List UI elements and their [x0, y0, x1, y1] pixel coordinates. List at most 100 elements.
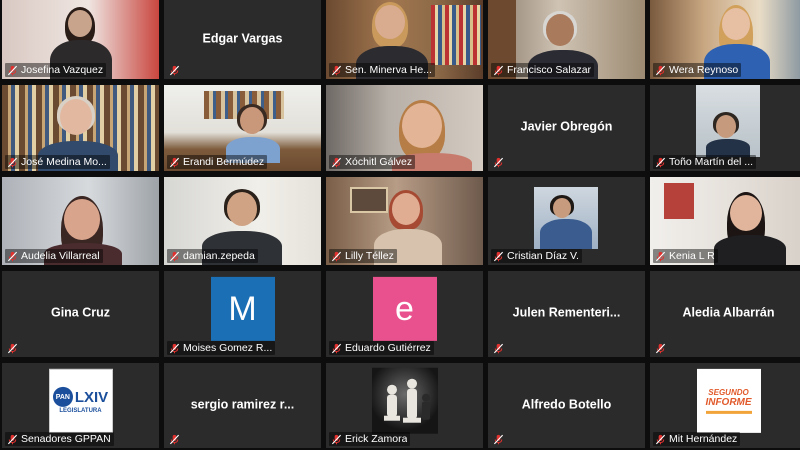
participant-tile[interactable]: Cristian Díaz V.	[488, 177, 645, 265]
participant-tile[interactable]: PAN LXIV LEGISLATURA Senadores GPPAN	[2, 363, 159, 448]
mic-muted-icon	[331, 157, 342, 167]
participant-tile[interactable]: Julen Rementeri...	[488, 271, 645, 357]
participant-tile[interactable]: sergio ramirez r...	[164, 363, 321, 448]
participant-name-display: Edgar Vargas	[202, 31, 283, 46]
participant-name-display: sergio ramirez r...	[190, 397, 295, 412]
participant-tile[interactable]: Erandi Bermúdez	[164, 85, 321, 171]
participant-name-display: Gina Cruz	[50, 305, 111, 320]
mic-muted-icon	[7, 343, 18, 354]
participant-label: José Medina Mo...	[5, 155, 110, 169]
participant-name: Moises Gomez R...	[183, 342, 273, 354]
mic-muted-icon	[169, 157, 180, 167]
mic-muted-icon	[655, 343, 666, 354]
mic-muted-icon	[655, 157, 666, 167]
participant-name: Erick Zamora	[345, 433, 408, 445]
participant-name: Eduardo Gutiérrez	[345, 342, 431, 354]
participant-tile[interactable]: Josefina Vazquez	[2, 0, 159, 79]
participant-label: Eduardo Gutiérrez	[329, 341, 434, 355]
segundo-informe-logo: SEGUNDO INFORME	[696, 368, 761, 433]
participant-avatar: M	[210, 276, 275, 341]
mic-muted-icon	[331, 65, 342, 75]
mic-muted-icon	[655, 251, 666, 261]
participant-name: Toño Martín del ...	[669, 156, 754, 168]
participant-name: Kenia L R	[669, 250, 715, 262]
participant-label: Erandi Bermúdez	[167, 155, 268, 169]
mic-muted-icon	[493, 251, 504, 261]
participant-tile[interactable]: Audelia Villarreal	[2, 177, 159, 265]
mic-muted-icon	[169, 434, 180, 445]
participant-label: Xóchitl Gálvez	[329, 155, 416, 169]
mic-muted-icon	[331, 434, 342, 444]
participant-tile[interactable]: Wera Reynoso	[650, 0, 800, 79]
participant-label: Wera Reynoso	[653, 63, 742, 77]
mic-muted-icon	[169, 343, 180, 353]
participant-name-display: Javier Obregón	[520, 119, 613, 134]
participant-tile[interactable]: Lilly Téllez	[326, 177, 483, 265]
pan-logo: PAN LXIV LEGISLATURA	[48, 368, 113, 433]
participant-tile[interactable]: José Medina Mo...	[2, 85, 159, 171]
mic-muted-icon	[655, 434, 666, 444]
participant-name: Lilly Téllez	[345, 250, 394, 262]
mic-muted-icon	[169, 65, 180, 76]
participant-label	[167, 64, 186, 77]
participant-tile[interactable]: Sen. Minerva He...	[326, 0, 483, 79]
participant-tile[interactable]: Edgar Vargas	[164, 0, 321, 79]
participant-name: damian.zepeda	[183, 250, 255, 262]
participant-tile[interactable]: Erick Zamora	[326, 363, 483, 448]
mic-muted-icon	[493, 65, 504, 75]
participant-name: Sen. Minerva He...	[345, 64, 432, 76]
participant-tile[interactable]: Kenia L R	[650, 177, 800, 265]
participant-tile[interactable]: Gina Cruz	[2, 271, 159, 357]
participant-name: Josefina Vazquez	[21, 64, 104, 76]
participant-label: Audelia Villarreal	[5, 249, 103, 263]
participant-name: Xóchitl Gálvez	[345, 156, 413, 168]
participant-label: Josefina Vazquez	[5, 63, 107, 77]
participant-tile[interactable]: SEGUNDO INFORME Mit Hernández	[650, 363, 800, 448]
participant-label	[491, 342, 510, 355]
mic-muted-icon	[331, 251, 342, 261]
participant-label: Erick Zamora	[329, 432, 411, 446]
participant-name: José Medina Mo...	[21, 156, 107, 168]
mic-muted-icon	[493, 434, 504, 445]
mic-muted-icon	[493, 343, 504, 354]
participant-tile[interactable]: damian.zepeda	[164, 177, 321, 265]
participant-tile[interactable]: Javier Obregón	[488, 85, 645, 171]
mic-muted-icon	[7, 65, 18, 75]
participant-tile[interactable]: e Eduardo Gutiérrez	[326, 271, 483, 357]
participant-label: Cristian Díaz V.	[491, 249, 582, 263]
participant-tile[interactable]: Francisco Salazar	[488, 0, 645, 79]
participant-name-display: Alfredo Botello	[521, 397, 612, 412]
mic-muted-icon	[7, 434, 18, 444]
participant-label: Moises Gomez R...	[167, 341, 276, 355]
mic-muted-icon	[169, 251, 180, 261]
participant-label: Sen. Minerva He...	[329, 63, 435, 77]
participant-name: Wera Reynoso	[669, 64, 739, 76]
participant-label: Lilly Téllez	[329, 249, 397, 263]
participant-tile[interactable]: M Moises Gomez R...	[164, 271, 321, 357]
participant-grid: Josefina Vazquez Edgar Vargas Sen. Miner…	[0, 0, 800, 450]
participant-tile[interactable]: Toño Martín del ...	[650, 85, 800, 171]
participant-label	[491, 433, 510, 446]
participant-label	[167, 433, 186, 446]
participant-label: Toño Martín del ...	[653, 155, 757, 169]
participant-label	[491, 156, 510, 169]
participant-name-display: Julen Rementeri...	[512, 305, 621, 320]
mic-muted-icon	[331, 343, 342, 353]
participant-name: Francisco Salazar	[507, 64, 592, 76]
mic-muted-icon	[7, 251, 18, 261]
participant-name: Mit Hernández	[669, 433, 738, 445]
participant-tile[interactable]: Xóchitl Gálvez	[326, 85, 483, 171]
participant-tile[interactable]: Alfredo Botello	[488, 363, 645, 448]
participant-tile[interactable]: Aledia Albarrán	[650, 271, 800, 357]
participant-label	[5, 342, 24, 355]
participant-name-display: Aledia Albarrán	[682, 305, 775, 320]
participant-name: Audelia Villarreal	[21, 250, 100, 262]
participant-label	[653, 342, 672, 355]
chess-pieces-image	[371, 367, 438, 434]
participant-label: Kenia L R	[653, 249, 718, 263]
participant-name: Cristian Díaz V.	[507, 250, 579, 262]
mic-muted-icon	[7, 157, 18, 167]
participant-label: Francisco Salazar	[491, 63, 595, 77]
participant-label: damian.zepeda	[167, 249, 258, 263]
participant-name: Erandi Bermúdez	[183, 156, 265, 168]
